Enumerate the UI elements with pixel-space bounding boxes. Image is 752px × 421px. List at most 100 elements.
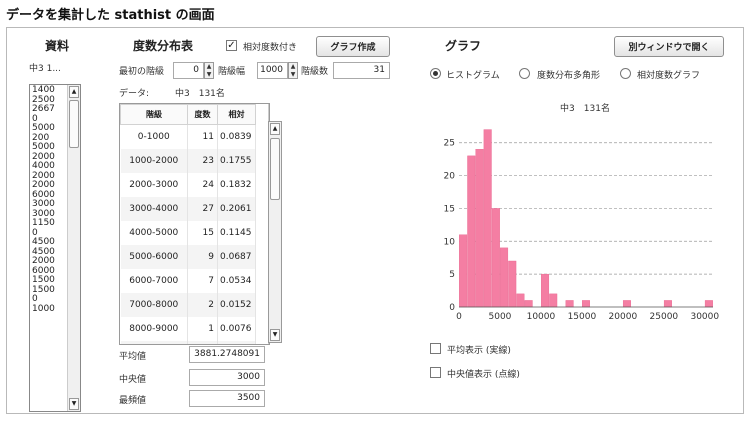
x-tick-label: 20000 bbox=[609, 312, 638, 322]
radio-frequency-polygon-label: 度数分布多角形 bbox=[537, 71, 601, 81]
class-count-label: 階級数 bbox=[301, 67, 329, 77]
scroll-thumb[interactable] bbox=[69, 100, 79, 148]
cell-relative: 0 bbox=[217, 341, 256, 344]
cell-class: 0-1000 bbox=[120, 124, 188, 149]
median-value: 3000 bbox=[189, 369, 265, 386]
y-tick-label: 20 bbox=[444, 172, 456, 182]
table-row[interactable]: 9000-1000000 bbox=[120, 341, 256, 344]
histogram-bar bbox=[483, 129, 492, 308]
median-display-label: 中央値表示 (点線) bbox=[447, 370, 520, 380]
table-row[interactable]: 8000-9000 1 0.0076 bbox=[120, 317, 256, 341]
x-tick-label: 15000 bbox=[568, 312, 597, 322]
cell-relative: 0.1145 bbox=[217, 221, 256, 245]
table-header-class: 階級 bbox=[120, 104, 188, 125]
histogram-bar bbox=[508, 260, 517, 308]
histogram-bar bbox=[549, 293, 558, 308]
cell-relative: 0.2061 bbox=[217, 197, 256, 221]
cell-freq: 2 bbox=[187, 293, 218, 317]
cell-freq: 7 bbox=[187, 269, 218, 293]
mode-label: 最頻値 bbox=[119, 396, 147, 406]
table-row[interactable]: 3000-4000 27 0.2061 bbox=[120, 197, 256, 221]
radio-relative-freq-graph[interactable] bbox=[620, 68, 631, 79]
scroll-down-arrow-icon[interactable]: ▼ bbox=[69, 398, 79, 410]
cell-class: 6000-7000 bbox=[120, 269, 188, 293]
x-tick-label: 5000 bbox=[489, 312, 512, 322]
y-tick-label: 15 bbox=[444, 204, 455, 214]
table-row[interactable]: 4000-5000 15 0.1145 bbox=[120, 221, 256, 245]
table-row[interactable]: 1000-2000 23 0.1755 bbox=[120, 149, 256, 173]
x-tick-label: 10000 bbox=[527, 312, 556, 322]
freq-table: 階級 度数 相対 0-1000 11 0.0839 1000-2000 23 0.1755 20… bbox=[120, 104, 256, 344]
histogram-bar bbox=[582, 300, 590, 308]
data-panel-title: 資料 bbox=[45, 39, 70, 53]
relative-freq-checkbox[interactable]: ✓ bbox=[226, 40, 237, 51]
data-list-item[interactable]: 1000 bbox=[30, 304, 66, 315]
table-header-freq: 度数 bbox=[187, 104, 218, 125]
scroll-down-arrow-icon[interactable]: ▼ bbox=[270, 329, 280, 341]
first-class-spinner[interactable]: ▲ ▼ bbox=[204, 62, 214, 79]
cell-freq: 11 bbox=[187, 124, 218, 149]
histogram-bar bbox=[663, 300, 672, 308]
scroll-up-arrow-icon[interactable]: ▲ bbox=[69, 86, 79, 98]
table-row[interactable]: 7000-8000 2 0.0152 bbox=[120, 293, 256, 317]
y-tick-label: 10 bbox=[444, 237, 456, 247]
cell-class: 3000-4000 bbox=[120, 197, 188, 221]
table-row[interactable]: 0-1000 11 0.0839 bbox=[120, 124, 256, 149]
cell-freq: 23 bbox=[187, 149, 218, 173]
cell-class: 7000-8000 bbox=[120, 293, 188, 317]
first-class-input[interactable]: 0 bbox=[173, 62, 204, 79]
histogram-bar bbox=[459, 234, 468, 308]
cell-relative: 0.1832 bbox=[217, 173, 256, 197]
table-row[interactable]: 6000-7000 7 0.0534 bbox=[120, 269, 256, 293]
x-tick-label: 25000 bbox=[650, 312, 679, 322]
radio-relative-freq-graph-label: 相対度数グラフ bbox=[637, 71, 701, 81]
median-label: 中央値 bbox=[119, 375, 147, 385]
spin-up-icon[interactable]: ▲ bbox=[289, 63, 297, 71]
mean-display-label: 平均表示 (実線) bbox=[447, 346, 511, 356]
scroll-thumb[interactable] bbox=[270, 138, 280, 200]
table-row[interactable]: 2000-3000 24 0.1832 bbox=[120, 173, 256, 197]
scroll-up-arrow-icon[interactable]: ▲ bbox=[270, 123, 280, 135]
mode-value: 3500 bbox=[189, 390, 265, 407]
chart-title: 中3 131名 bbox=[560, 102, 610, 114]
cell-relative: 0.0839 bbox=[217, 124, 256, 149]
table-header-relative: 相対 bbox=[217, 104, 256, 125]
cell-freq: 0 bbox=[187, 341, 218, 344]
cell-freq: 1 bbox=[187, 317, 218, 341]
cell-class: 8000-9000 bbox=[120, 317, 188, 341]
radio-frequency-polygon[interactable] bbox=[519, 68, 530, 79]
data-subtitle: 中3 1... bbox=[29, 64, 61, 74]
spin-down-icon[interactable]: ▼ bbox=[289, 71, 297, 79]
class-width-spinner[interactable]: ▲ ▼ bbox=[288, 62, 298, 79]
data-list-scrollbar[interactable]: ▲ ▼ bbox=[67, 85, 80, 411]
make-graph-button[interactable]: グラフ作成 bbox=[316, 36, 390, 57]
spin-down-icon[interactable]: ▼ bbox=[205, 71, 213, 79]
histogram-chart: 中3 131名 0 5 10 15 20 25 0 5000 10000 15000 20000 25… bbox=[444, 102, 720, 322]
histogram-bar bbox=[500, 247, 509, 308]
first-class-label: 最初の階級 bbox=[119, 67, 165, 77]
histogram-bar bbox=[541, 273, 550, 308]
relative-freq-label: 相対度数付き bbox=[243, 43, 298, 53]
open-new-window-button[interactable]: 別ウィンドウで開く bbox=[614, 36, 724, 57]
freq-panel-title: 度数分布表 bbox=[133, 39, 194, 53]
radio-histogram[interactable] bbox=[430, 68, 441, 79]
histogram-bar bbox=[467, 155, 476, 308]
class-count-input[interactable]: 31 bbox=[333, 62, 390, 79]
spin-up-icon[interactable]: ▲ bbox=[205, 63, 213, 71]
freq-table-container[interactable]: 階級 度数 相対 0-1000 11 0.0839 1000-2000 23 0.1755 20… bbox=[119, 103, 270, 345]
cell-class: 2000-3000 bbox=[120, 173, 188, 197]
data-list[interactable]: 1400 2500 2667 0 5000 200 5000 2000 4000 2000 2000… bbox=[29, 84, 81, 412]
mean-value: 3881.2748091 bbox=[189, 346, 265, 363]
data-label: データ: bbox=[119, 89, 150, 99]
cell-relative: 0.0534 bbox=[217, 269, 256, 293]
table-vertical-scrollbar[interactable]: ▲ ▼ bbox=[268, 121, 282, 343]
cell-class: 5000-6000 bbox=[120, 245, 188, 269]
histogram-bar bbox=[704, 300, 713, 308]
y-tick-label: 5 bbox=[449, 270, 455, 280]
table-row[interactable]: 5000-6000 9 0.0687 bbox=[120, 245, 256, 269]
median-display-checkbox[interactable] bbox=[430, 367, 441, 378]
class-width-input[interactable]: 1000 bbox=[257, 62, 288, 79]
histogram-bar bbox=[516, 293, 525, 308]
mean-display-checkbox[interactable] bbox=[430, 343, 441, 354]
y-tick-label: 0 bbox=[449, 303, 455, 313]
